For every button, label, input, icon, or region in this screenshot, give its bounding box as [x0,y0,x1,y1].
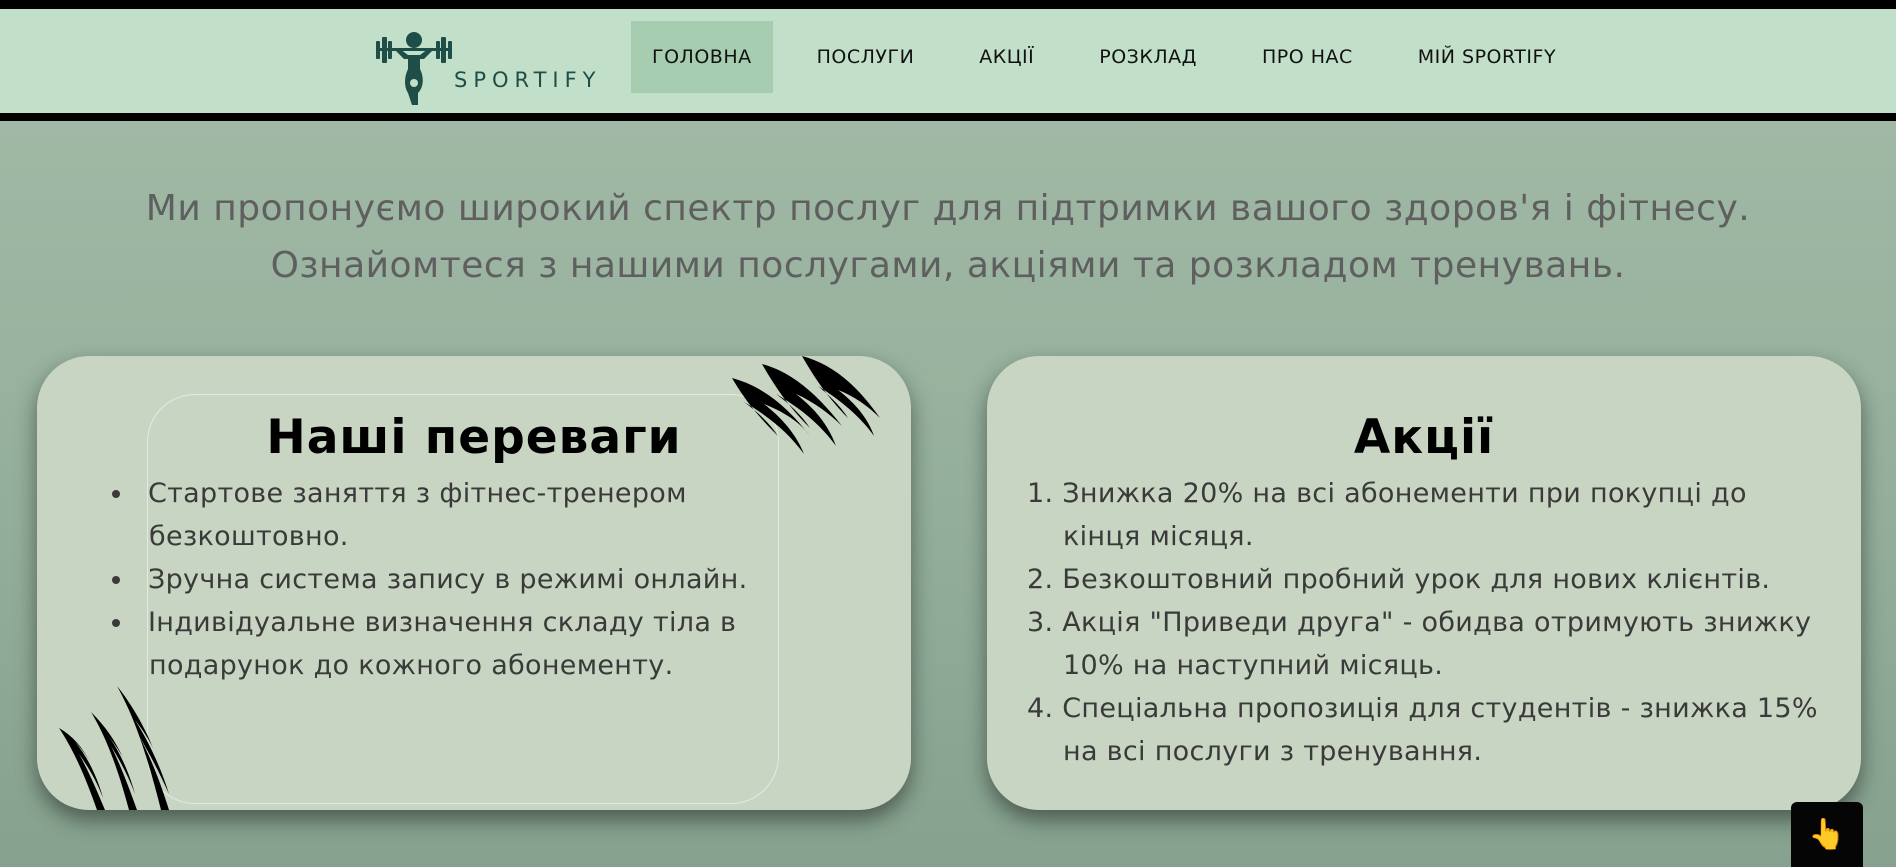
nav-item-schedule[interactable]: РОЗКЛАД [1078,21,1218,93]
list-item: Акція "Приведи друга" - обидва отримують… [1027,601,1827,687]
promotions-list: Знижка 20% на всі абонементи при покупці… [1027,472,1827,773]
main-nav: ГОЛОВНА ПОСЛУГИ АКЦІЇ РОЗКЛАД ПРО НАС МІ… [631,21,1600,93]
promotions-card: Акції Знижка 20% на всі абонементи при п… [987,356,1861,810]
site-header: SPORTIFY ГОЛОВНА ПОСЛУГИ АКЦІЇ РОЗКЛАД П… [0,9,1896,121]
intro-text: Ми пропонуємо широкий спектр послуг для … [0,180,1896,294]
nav-item-home[interactable]: ГОЛОВНА [631,21,773,93]
promotions-title: Акції [1353,410,1495,465]
advantages-list: Стартове заняття з фітнес-тренером безко… [112,472,812,687]
advantages-title: Наші переваги [266,410,682,465]
pointing-hand-icon: 👆 [1808,818,1846,851]
scroll-top-button[interactable]: 👆 [1791,802,1863,867]
weightlifter-icon [376,32,452,105]
intro-line-2: Ознайомтеся з нашими послугами, акціями … [270,245,1626,286]
top-border [0,0,1896,9]
claw-marks-icon [59,686,169,810]
advantages-card: Наші переваги Стартове заняття з фітнес-… [37,356,911,810]
list-item: Стартове заняття з фітнес-тренером безко… [112,472,812,558]
list-item: Безкоштовний пробний урок для нових кліє… [1027,558,1827,601]
list-item: Спеціальна пропозиція для студентів - зн… [1027,687,1827,773]
intro-line-1: Ми пропонуємо широкий спектр послуг для … [145,188,1751,229]
list-item: Знижка 20% на всі абонементи при покупці… [1027,472,1827,558]
nav-item-services[interactable]: ПОСЛУГИ [796,21,936,93]
brand-name: SPORTIFY [454,68,602,92]
brand-logo[interactable]: SPORTIFY [374,21,604,105]
nav-item-about[interactable]: ПРО НАС [1241,21,1374,93]
nav-item-my-sportify[interactable]: МІЙ SPORTIFY [1397,21,1577,93]
list-item: Індивідуальне визначення складу тіла в п… [112,601,812,687]
list-item: Зручна система запису в режимі онлайн. [112,558,812,601]
nav-item-promotions[interactable]: АКЦІЇ [958,21,1055,93]
